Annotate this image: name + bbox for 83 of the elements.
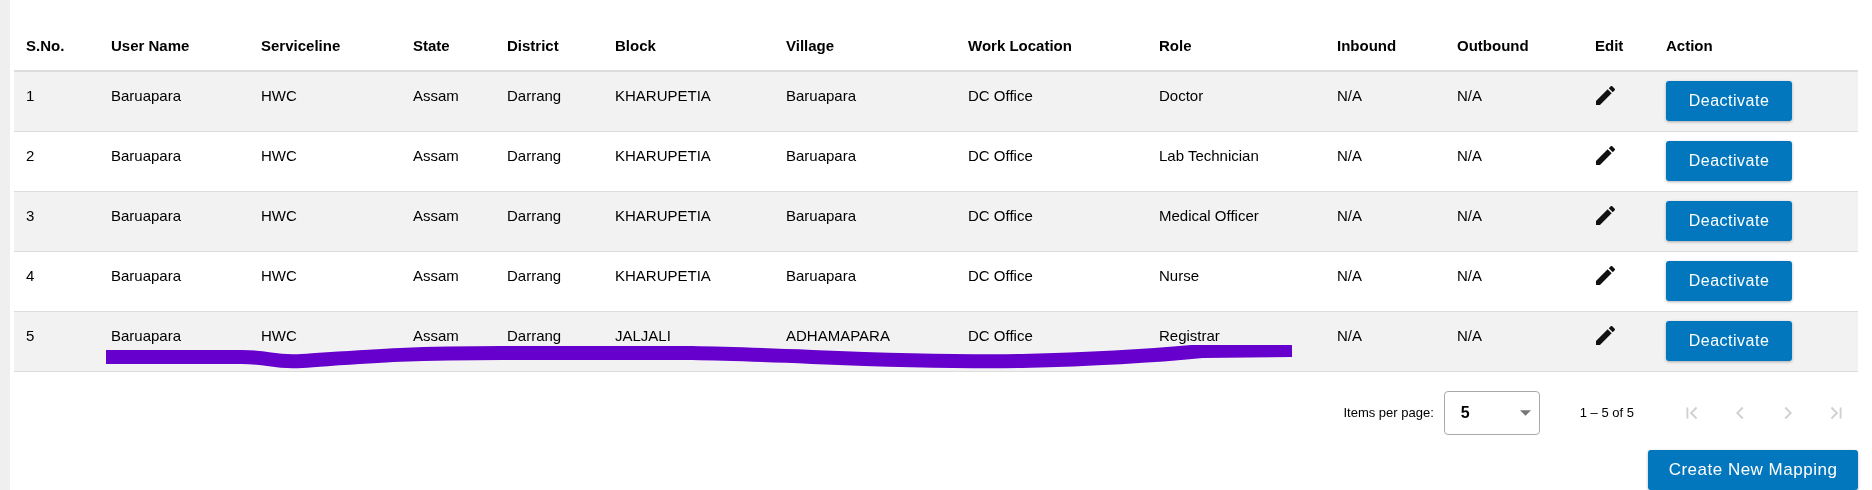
table-cell: Assam (413, 326, 459, 344)
table-cell: Baruapara (111, 146, 182, 164)
column-header: Outbound (1457, 37, 1529, 55)
page-range: 1 – 5 of 5 (1579, 404, 1634, 422)
table-cell: Baruapara (786, 146, 857, 164)
table-cell: DC Office (968, 146, 1033, 164)
column-header: State (413, 37, 450, 55)
table-cell: Baruapara (786, 206, 857, 224)
table-cell: ADHAMAPARA (786, 326, 890, 344)
column-header: Serviceline (261, 37, 341, 55)
deactivate-button[interactable]: Deactivate (1666, 140, 1792, 181)
table-cell: 2 (26, 146, 35, 164)
table-cell: HWC (261, 326, 297, 344)
column-header: Inbound (1337, 37, 1397, 55)
table-cell: Lab Technician (1159, 146, 1259, 164)
column-header: Action (1666, 37, 1713, 55)
table-cell: KHARUPETIA (615, 206, 711, 224)
table-cell: Baruapara (786, 87, 857, 104)
table-cell: Darrang (507, 206, 562, 224)
deactivate-button[interactable]: Deactivate (1666, 320, 1792, 361)
page-size-select[interactable]: 5 (1443, 390, 1540, 435)
deactivate-button[interactable]: Deactivate (1666, 81, 1792, 121)
table-cell: KHARUPETIA (615, 146, 711, 164)
table-cell: Assam (413, 266, 459, 284)
table-cell: Baruapara (111, 206, 182, 224)
table-cell: DC Office (968, 326, 1033, 344)
table-cell: Darrang (507, 146, 562, 164)
items-per-page-label: Items per page: (1343, 404, 1434, 422)
table-cell: 4 (26, 266, 35, 284)
table-cell: 1 (26, 87, 35, 104)
table-cell: Registrar (1159, 326, 1220, 344)
table-cell: N/A (1337, 206, 1362, 224)
column-header: User Name (111, 37, 190, 55)
caret-icon (1519, 409, 1531, 416)
table-cell: Baruapara (111, 266, 182, 284)
edit-icon[interactable] (1596, 205, 1615, 225)
table-cell: DC Office (968, 266, 1033, 284)
edit-icon[interactable] (1596, 265, 1615, 285)
table-cell: Darrang (507, 87, 562, 104)
table-cell: KHARUPETIA (615, 87, 711, 104)
column-header: Role (1159, 37, 1192, 55)
column-header: Edit (1595, 37, 1624, 55)
deactivate-button[interactable]: Deactivate (1666, 260, 1792, 301)
column-header: District (507, 37, 559, 55)
table-cell: HWC (261, 266, 297, 284)
table-cell: Baruapara (111, 87, 182, 104)
column-header: Village (786, 37, 835, 55)
table-cell: Darrang (507, 266, 562, 284)
table-cell: N/A (1457, 326, 1482, 344)
table-cell: N/A (1337, 326, 1362, 344)
table-cell: HWC (261, 206, 297, 224)
edit-icon[interactable] (1596, 325, 1615, 345)
table-cell: N/A (1337, 87, 1362, 104)
table-cell: N/A (1457, 266, 1482, 284)
table-cell: Baruapara (111, 326, 182, 344)
edit-icon[interactable] (1596, 86, 1615, 105)
column-header: Block (615, 37, 656, 55)
table-cell: Assam (413, 146, 459, 164)
deactivate-button[interactable]: Deactivate (1666, 200, 1792, 241)
table-cell: DC Office (968, 206, 1033, 224)
table-cell: DC Office (968, 87, 1033, 104)
table-cell: JALJALI (615, 326, 671, 344)
table-cell: KHARUPETIA (615, 266, 711, 284)
table-cell: Baruapara (786, 266, 857, 284)
table-cell: Medical Officer (1159, 206, 1259, 224)
table-cell: N/A (1457, 146, 1482, 164)
table-cell: Darrang (507, 326, 562, 344)
table-cell: Doctor (1159, 87, 1204, 104)
table-cell: Assam (413, 87, 459, 104)
table-cell: Assam (413, 206, 459, 224)
column-header: Work Location (968, 37, 1072, 55)
table-cell: HWC (261, 146, 297, 164)
table-cell: N/A (1457, 87, 1482, 104)
column-header: S.No. (26, 37, 65, 55)
table-cell: N/A (1457, 206, 1482, 224)
table-cell: HWC (261, 87, 297, 104)
table-cell: 5 (26, 326, 35, 344)
table-cell: 3 (26, 206, 35, 224)
edit-icon[interactable] (1596, 145, 1615, 165)
table-cell: Nurse (1159, 266, 1199, 284)
table-cell: N/A (1337, 266, 1362, 284)
create-mapping-button[interactable]: Create New Mapping (1648, 450, 1858, 490)
table-cell: N/A (1337, 146, 1362, 164)
